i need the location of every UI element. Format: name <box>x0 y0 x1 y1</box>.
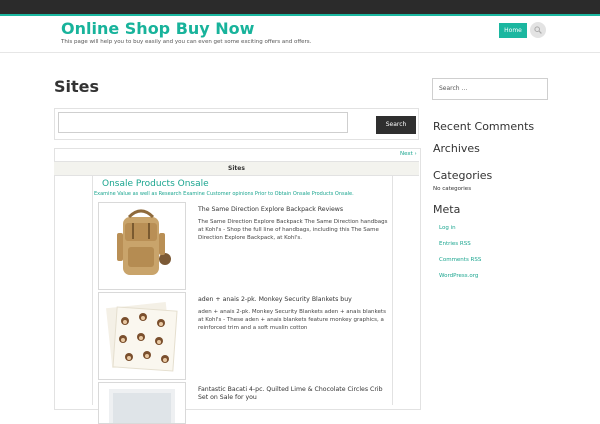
search-input[interactable] <box>58 112 348 133</box>
product-title-link[interactable]: aden + anais 2-pk. Monkey Security Blank… <box>198 296 352 303</box>
product-image-crib-set[interactable] <box>98 382 186 424</box>
product-description: The Same Direction Explore Backpack The … <box>198 219 388 241</box>
header-search-button[interactable] <box>530 22 546 38</box>
widget-title-categories: Categories <box>433 169 493 182</box>
nav-home-button[interactable]: Home <box>499 23 527 38</box>
section-subtitle: Examine Value as well as Research Examin… <box>94 191 354 197</box>
search-button[interactable]: Search <box>376 116 416 134</box>
meta-link-comments-rss[interactable]: Comments RSS <box>439 257 481 263</box>
table-header: Sites <box>54 161 419 176</box>
site-title[interactable]: Online Shop Buy Now <box>61 19 254 38</box>
header-divider <box>0 52 600 53</box>
sidebar-search-placeholder: Search ... <box>439 85 468 92</box>
widget-title-meta: Meta <box>433 203 461 216</box>
product-description: aden + anais 2-pk. Monkey Security Blank… <box>198 309 386 331</box>
search-icon <box>534 26 542 34</box>
next-page-link[interactable]: Next › <box>400 151 417 157</box>
meta-link-entries-rss[interactable]: Entries RSS <box>439 241 471 247</box>
product-title-link[interactable]: The Same Direction Explore Backpack Revi… <box>198 206 343 213</box>
widget-title-archives: Archives <box>433 142 480 155</box>
section-title-link[interactable]: Onsale Products Onsale <box>102 179 209 189</box>
site-description: This page will help you to buy easily an… <box>61 39 312 45</box>
meta-link-wordpress-org[interactable]: WordPress.org <box>439 273 478 279</box>
product-image-blankets[interactable] <box>98 292 186 380</box>
categories-empty-text: No categories <box>433 186 472 192</box>
widget-title-recent-comments: Recent Comments <box>433 120 535 133</box>
product-image-backpack[interactable] <box>98 202 186 290</box>
sidebar-search-input[interactable]: Search ... <box>432 78 548 100</box>
page-title: Sites <box>54 77 100 96</box>
table-left-column <box>54 175 93 405</box>
top-bar <box>0 0 600 16</box>
meta-link-login[interactable]: Log in <box>439 225 456 231</box>
